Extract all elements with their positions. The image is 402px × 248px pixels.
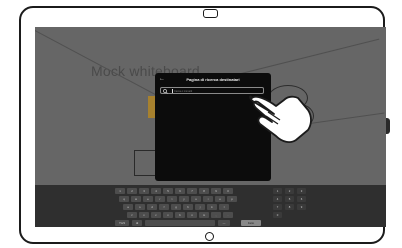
globe-key[interactable]: ⊕: [132, 220, 142, 226]
camera-icon: [203, 9, 218, 18]
key[interactable]: q: [119, 196, 129, 202]
key[interactable]: e: [143, 196, 153, 202]
key[interactable]: .: [223, 212, 233, 218]
key[interactable]: i: [203, 196, 213, 202]
key[interactable]: x: [139, 212, 149, 218]
key[interactable]: o: [215, 196, 225, 202]
numpad-key[interactable]: 9: [297, 204, 306, 210]
screen: Mock whiteboard ← Pagina di ricerca dest…: [35, 27, 386, 227]
numpad-key[interactable]: 2: [285, 188, 294, 194]
key[interactable]: ,: [211, 212, 221, 218]
key[interactable]: y: [179, 196, 189, 202]
key[interactable]: n: [187, 212, 197, 218]
key[interactable]: h: [183, 204, 193, 210]
numpad-key[interactable]: 5: [285, 196, 294, 202]
key[interactable]: 3: [139, 188, 149, 194]
key[interactable]: 7: [187, 188, 197, 194]
key[interactable]: f: [159, 204, 169, 210]
numpad-key[interactable]: 8: [285, 204, 294, 210]
symbols-key[interactable]: ?123: [115, 220, 129, 226]
key[interactable]: s: [135, 204, 145, 210]
search-placeholder: Cerca o immetti: [174, 89, 193, 93]
key[interactable]: 1: [115, 188, 125, 194]
key[interactable]: 6: [175, 188, 185, 194]
key[interactable]: 8: [199, 188, 209, 194]
space-key[interactable]: [145, 220, 215, 226]
numpad-key[interactable]: 3: [297, 188, 306, 194]
onscreen-keyboard: 1234567890qwertyuiopasdfghjklzxcvbnm,.12…: [35, 185, 386, 227]
key[interactable]: k: [207, 204, 217, 210]
numpad-key[interactable]: 1: [273, 188, 282, 194]
home-button[interactable]: [205, 232, 214, 241]
key[interactable]: t: [167, 196, 177, 202]
key[interactable]: l: [219, 204, 229, 210]
key[interactable]: w: [131, 196, 141, 202]
search-icon: [163, 89, 168, 94]
done-key[interactable]: Fatto: [241, 220, 261, 226]
key[interactable]: 0: [223, 188, 233, 194]
key[interactable]: m: [199, 212, 209, 218]
numpad-key[interactable]: 0: [273, 212, 282, 218]
key[interactable]: r: [155, 196, 165, 202]
key[interactable]: p: [227, 196, 237, 202]
numpad-key[interactable]: 7: [273, 204, 282, 210]
key[interactable]: 9: [211, 188, 221, 194]
key[interactable]: d: [147, 204, 157, 210]
key[interactable]: j: [195, 204, 205, 210]
dash-key[interactable]: —: [218, 220, 230, 226]
key[interactable]: 4: [151, 188, 161, 194]
key[interactable]: g: [171, 204, 181, 210]
text-caret: [172, 89, 173, 93]
pointing-hand-icon: [249, 95, 312, 143]
panel-title: Pagina di ricerca destinatari: [186, 77, 240, 82]
key[interactable]: u: [191, 196, 201, 202]
key[interactable]: c: [151, 212, 161, 218]
key[interactable]: z: [127, 212, 137, 218]
key[interactable]: 5: [163, 188, 173, 194]
numpad-key[interactable]: 4: [273, 196, 282, 202]
key[interactable]: a: [123, 204, 133, 210]
numpad-key[interactable]: 6: [297, 196, 306, 202]
key[interactable]: 2: [127, 188, 137, 194]
key[interactable]: v: [163, 212, 173, 218]
key[interactable]: b: [175, 212, 185, 218]
